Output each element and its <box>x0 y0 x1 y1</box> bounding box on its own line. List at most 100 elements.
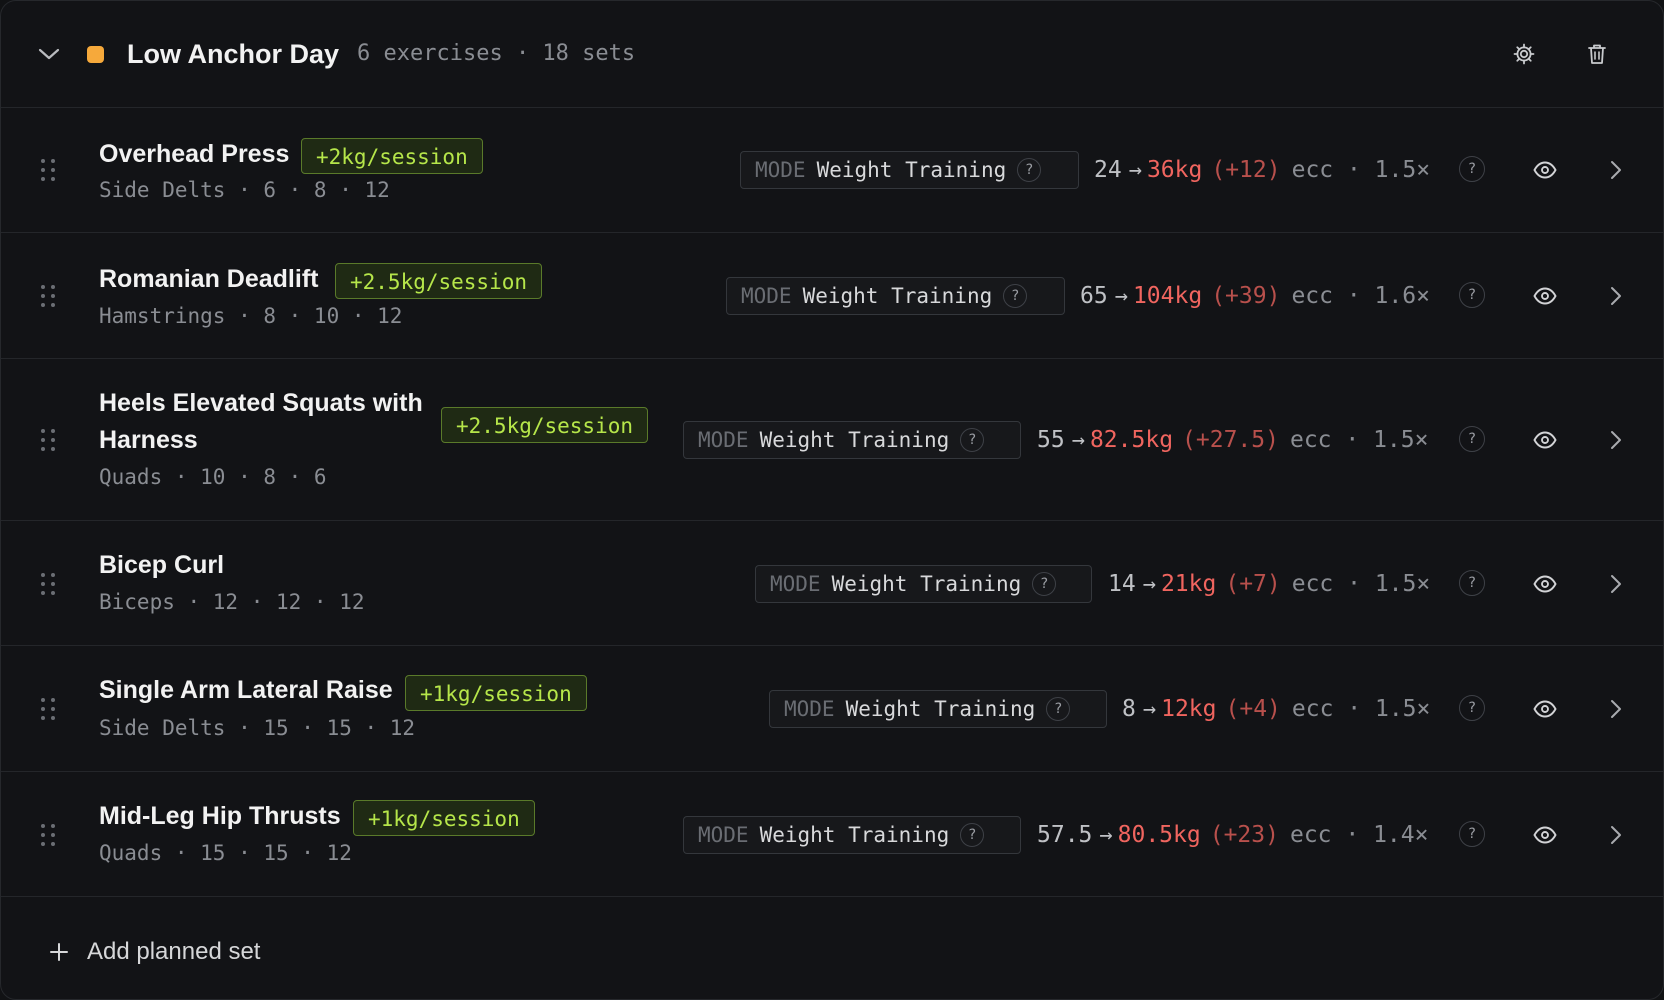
drag-handle-icon[interactable] <box>38 822 58 848</box>
gear-icon[interactable] <box>1508 38 1540 70</box>
eccentric-help-icon[interactable]: ? <box>1459 282 1485 308</box>
eccentric-help-icon[interactable]: ? <box>1459 570 1485 596</box>
mode-label: MODE <box>698 823 749 847</box>
arrow-right-icon: → <box>1071 427 1085 453</box>
eye-icon[interactable] <box>1531 821 1559 849</box>
exercise-sets-summary: Quads · 15 · 15 · 12 <box>99 841 352 865</box>
start-weight: 57.5 <box>1037 822 1093 848</box>
arrow-right-icon: → <box>1142 696 1157 722</box>
workout-day-panel: Low Anchor Day 6 exercises · 18 sets Ove… <box>0 0 1664 1000</box>
day-header: Low Anchor Day 6 exercises · 18 sets <box>1 1 1663 108</box>
exercise-name: Romanian Deadlift <box>99 265 319 293</box>
eye-icon[interactable] <box>1531 695 1559 723</box>
arrow-right-icon: → <box>1114 283 1128 309</box>
exercise-name-line: Heels Elevated Squats with <box>99 389 423 417</box>
exercise-name: Heels Elevated Squats with Harness <box>99 385 423 459</box>
exercise-row[interactable]: Overhead Press +2kg/session Side Delts ·… <box>1 108 1663 233</box>
mode-selector[interactable]: MODE Weight Training ? <box>726 277 1065 315</box>
eye-icon[interactable] <box>1531 282 1559 310</box>
mode-label: MODE <box>770 572 821 596</box>
eccentric-help-icon[interactable]: ? <box>1459 695 1485 721</box>
chevron-right-icon[interactable] <box>1604 282 1628 310</box>
eccentric-help-icon[interactable]: ? <box>1459 821 1485 847</box>
target-weight: 12kg <box>1161 696 1217 722</box>
mode-label: MODE <box>784 697 835 721</box>
mode-selector[interactable]: MODE Weight Training ? <box>769 690 1107 728</box>
mode-value: Weight Training <box>831 572 1022 596</box>
exercise-row[interactable]: Single Arm Lateral Raise +1kg/session Si… <box>1 646 1663 772</box>
chevron-right-icon[interactable] <box>1604 570 1628 598</box>
mode-value: Weight Training <box>759 823 950 847</box>
mode-help-icon[interactable]: ? <box>960 428 985 452</box>
exercise-sets-summary: Hamstrings · 8 · 10 · 12 <box>99 304 403 328</box>
weight-delta: (+7) <box>1225 571 1281 597</box>
progression-summary: 65 → 104kg (+39) ecc · 1.6× <box>1080 281 1430 311</box>
weight-delta: (+12) <box>1211 157 1281 183</box>
progression-summary: 57.5 → 80.5kg (+23) ecc · 1.4× <box>1037 820 1428 850</box>
exercise-row[interactable]: Mid-Leg Hip Thrusts +1kg/session Quads ·… <box>1 772 1663 897</box>
mode-label: MODE <box>741 284 792 308</box>
drag-handle-icon[interactable] <box>38 696 58 722</box>
day-summary: 6 exercises · 18 sets <box>357 41 636 66</box>
increment-badge: +2kg/session <box>301 138 483 174</box>
drag-handle-icon[interactable] <box>38 283 58 309</box>
increment-badge: +1kg/session <box>353 800 535 836</box>
arrow-right-icon: → <box>1099 822 1113 848</box>
exercise-name: Single Arm Lateral Raise <box>99 676 393 704</box>
target-weight: 104kg <box>1132 283 1203 309</box>
mode-value: Weight Training <box>845 697 1036 721</box>
exercise-row[interactable]: Bicep Curl Biceps · 12 · 12 · 12 MODE We… <box>1 521 1663 646</box>
eccentric-factor: ecc · 1.6× <box>1291 283 1430 309</box>
exercise-name-line: Harness <box>99 426 198 454</box>
increment-badge: +1kg/session <box>405 675 587 711</box>
mode-value: Weight Training <box>759 428 950 452</box>
progression-summary: 24 → 36kg (+12) ecc · 1.5× <box>1094 155 1430 185</box>
mode-help-icon[interactable]: ? <box>1017 158 1042 182</box>
chevron-down-icon[interactable] <box>37 42 61 66</box>
drag-handle-icon[interactable] <box>38 427 58 453</box>
mode-value: Weight Training <box>802 284 993 308</box>
mode-help-icon[interactable]: ? <box>960 823 985 847</box>
mode-help-icon[interactable]: ? <box>1046 697 1071 721</box>
start-weight: 24 <box>1094 157 1122 183</box>
weight-delta: (+27.5) <box>1182 427 1279 453</box>
chevron-right-icon[interactable] <box>1604 695 1628 723</box>
mode-label: MODE <box>755 158 806 182</box>
mode-selector[interactable]: MODE Weight Training ? <box>740 151 1079 189</box>
mode-help-icon[interactable]: ? <box>1032 572 1057 596</box>
eccentric-factor: ecc · 1.4× <box>1289 822 1429 848</box>
trash-icon[interactable] <box>1581 38 1613 70</box>
weight-delta: (+23) <box>1209 822 1279 848</box>
drag-handle-icon[interactable] <box>38 157 58 183</box>
exercise-sets-summary: Quads · 10 · 8 · 6 <box>99 465 327 489</box>
exercise-name: Mid-Leg Hip Thrusts <box>99 802 341 830</box>
plus-icon <box>47 940 71 964</box>
mode-help-icon[interactable]: ? <box>1003 284 1028 308</box>
eye-icon[interactable] <box>1531 570 1559 598</box>
exercise-row[interactable]: Romanian Deadlift +2.5kg/session Hamstri… <box>1 233 1663 359</box>
mode-selector[interactable]: MODE Weight Training ? <box>683 421 1021 459</box>
start-weight: 65 <box>1080 283 1108 309</box>
eye-icon[interactable] <box>1531 156 1559 184</box>
eye-icon[interactable] <box>1531 426 1559 454</box>
eccentric-help-icon[interactable]: ? <box>1459 156 1485 182</box>
arrow-right-icon: → <box>1128 157 1142 183</box>
exercise-name: Overhead Press <box>99 140 290 168</box>
progression-summary: 55 → 82.5kg (+27.5) ecc · 1.5× <box>1037 425 1428 455</box>
add-planned-set-label: Add planned set <box>87 938 261 965</box>
eccentric-factor: ecc · 1.5× <box>1289 427 1429 453</box>
target-weight: 21kg <box>1160 571 1217 597</box>
target-weight: 36kg <box>1146 157 1203 183</box>
chevron-right-icon[interactable] <box>1604 426 1628 454</box>
target-weight: 80.5kg <box>1117 822 1201 848</box>
chevron-right-icon[interactable] <box>1604 156 1628 184</box>
chevron-right-icon[interactable] <box>1604 821 1628 849</box>
mode-selector[interactable]: MODE Weight Training ? <box>755 565 1092 603</box>
add-planned-set-button[interactable]: Add planned set <box>47 935 260 969</box>
drag-handle-icon[interactable] <box>38 571 58 597</box>
exercise-row[interactable]: Heels Elevated Squats with Harness +2.5k… <box>1 359 1663 521</box>
exercise-name: Bicep Curl <box>99 551 225 579</box>
arrow-right-icon: → <box>1142 571 1156 597</box>
mode-selector[interactable]: MODE Weight Training ? <box>683 816 1021 854</box>
eccentric-help-icon[interactable]: ? <box>1459 426 1485 452</box>
